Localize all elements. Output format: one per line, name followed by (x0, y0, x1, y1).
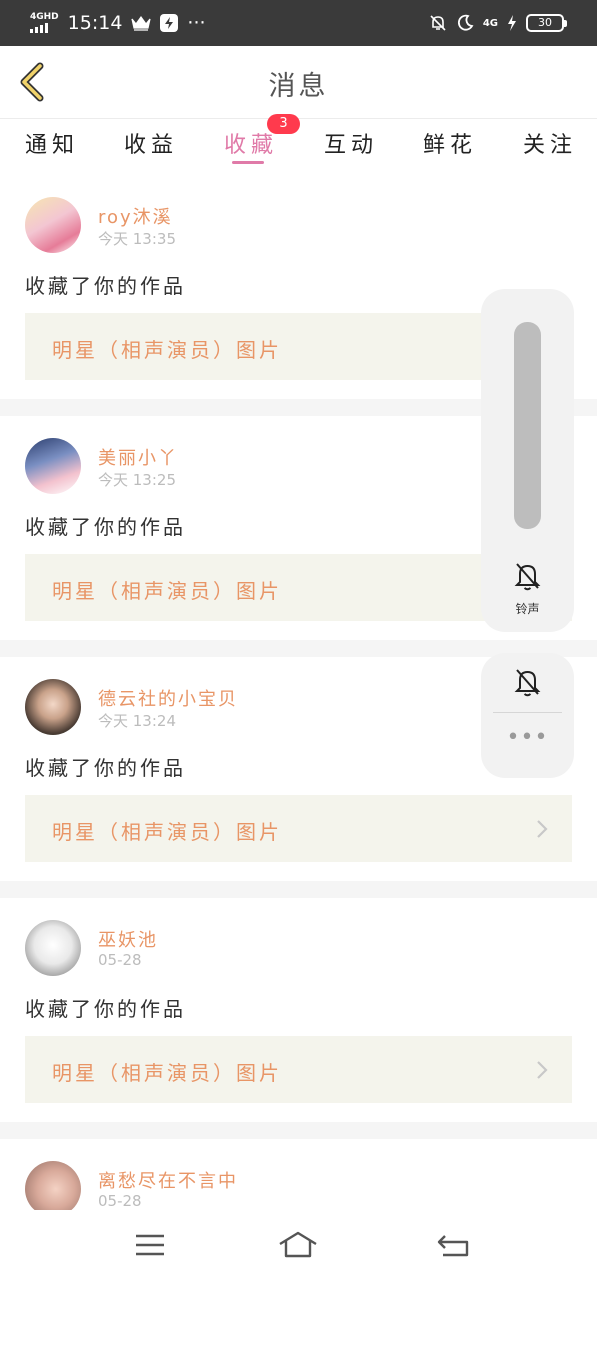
bell-muted-icon[interactable] (514, 667, 541, 697)
tab-earnings[interactable]: 收益 (124, 127, 178, 159)
charging-icon (508, 15, 516, 31)
network-4g: 4G (482, 17, 498, 29)
work-link[interactable]: 明星（相声演员）图片 (25, 1036, 572, 1103)
timestamp: 今天 13:35 (98, 230, 176, 248)
username[interactable]: 德云社的小宝贝 (98, 685, 238, 711)
ringer-mini-panel: ••• (481, 653, 574, 778)
tab-flowers[interactable]: 鲜花 (423, 127, 477, 159)
more-notifications: ··· (187, 12, 206, 34)
username[interactable]: roy沐溪 (98, 203, 173, 229)
mute-icon (430, 15, 446, 31)
timestamp: 今天 13:24 (98, 712, 176, 730)
avatar[interactable] (25, 920, 81, 976)
chevron-right-icon (537, 820, 548, 838)
bell-muted-icon[interactable] (514, 561, 541, 591)
divider (0, 1122, 597, 1139)
action-text: 收藏了你的作品 (25, 756, 186, 780)
home-icon (279, 1231, 317, 1258)
separator (493, 712, 562, 713)
tab-following[interactable]: 关注 (523, 127, 577, 159)
ringer-label: 铃声 (515, 602, 540, 616)
work-title: 明星（相声演员）图片 (52, 579, 282, 603)
menu-icon (136, 1234, 164, 1256)
timestamp: 05-28 (98, 951, 142, 969)
action-text: 收藏了你的作品 (25, 515, 186, 539)
action-text: 收藏了你的作品 (25, 997, 186, 1021)
chevron-right-icon (537, 1061, 548, 1079)
ringer-volume-panel: 铃声 (481, 289, 574, 632)
work-title: 明星（相声演员）图片 (52, 820, 282, 844)
work-title: 明星（相声演员）图片 (52, 1061, 282, 1085)
return-icon (437, 1235, 469, 1257)
username[interactable]: 美丽小丫 (98, 444, 178, 470)
avatar[interactable] (25, 438, 81, 494)
app-notification-icon (160, 14, 179, 32)
username[interactable]: 巫妖池 (98, 926, 158, 952)
action-text: 收藏了你的作品 (25, 274, 186, 298)
timestamp: 05-28 (98, 1192, 142, 1210)
crown-icon (131, 15, 152, 31)
moon-icon (457, 14, 474, 31)
active-tab-indicator (232, 161, 264, 164)
more-options-button[interactable]: ••• (481, 725, 574, 750)
battery-icon: 30 (526, 14, 567, 32)
system-navigation-bar (0, 1210, 597, 1280)
clock: 15:14 (67, 12, 123, 34)
ringer-volume-slider[interactable] (514, 322, 541, 529)
battery-level: 30 (526, 14, 564, 32)
divider (0, 881, 597, 898)
network-type: 4GHD (30, 12, 59, 22)
signal-icon: 4GHD (30, 13, 59, 33)
tab-bar: 通知 收益 收藏 3 互动 鲜花 关注 (0, 114, 597, 175)
username[interactable]: 离愁尽在不言中 (98, 1167, 238, 1193)
list-item: 巫妖池 05-28 收藏了你的作品 明星（相声演员）图片 (0, 898, 597, 1122)
menu-button[interactable] (130, 1228, 170, 1262)
work-title: 明星（相声演员）图片 (52, 338, 282, 362)
tab-interactions[interactable]: 互动 (324, 127, 378, 159)
avatar[interactable] (25, 679, 81, 735)
work-link[interactable]: 明星（相声演员）图片 (25, 795, 572, 862)
page-title: 消息 (268, 71, 329, 102)
back-nav-button[interactable] (435, 1228, 475, 1262)
favorites-count-badge: 3 (267, 114, 300, 134)
avatar[interactable] (25, 197, 81, 253)
tab-notifications[interactable]: 通知 (25, 127, 79, 159)
avatar[interactable] (25, 1161, 81, 1217)
home-button[interactable] (278, 1228, 318, 1262)
status-bar: 4GHD 15:14 ··· 4G 30 (0, 0, 597, 46)
timestamp: 今天 13:25 (98, 471, 176, 489)
app-header: 消息 (0, 46, 597, 119)
